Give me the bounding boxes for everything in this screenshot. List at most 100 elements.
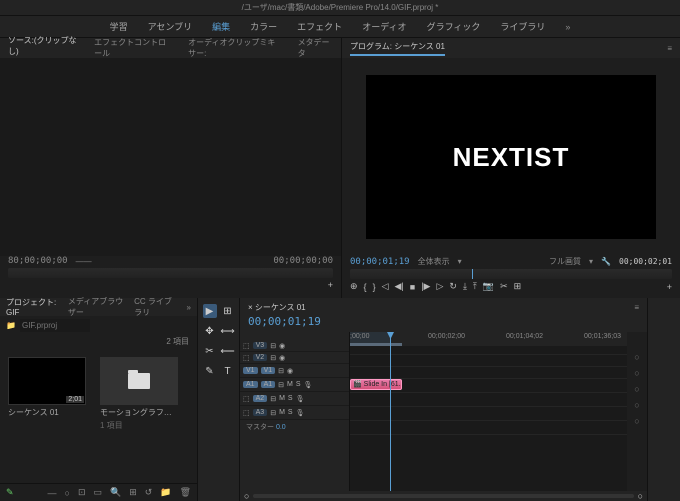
ws-learn[interactable]: 学習 [110,20,128,33]
ws-assembly[interactable]: アセンブリ [148,20,193,33]
src-patch[interactable]: ⬚ [243,395,250,403]
track-header-a2[interactable]: ⬚A2⊟MS🎙 [240,392,349,406]
mark-in-icon[interactable]: { [364,282,367,292]
lift-icon[interactable]: ⤓ [463,281,467,292]
source-tc-out: 00;00;00;00 [273,256,333,266]
ws-graphics[interactable]: グラフィック [427,20,481,33]
tl-opt-icon[interactable]: ○ [634,384,639,394]
item-sub-label: 1 項目 [100,420,178,431]
slip-tool-icon[interactable]: ⟵ [221,344,235,358]
pen-tool-icon[interactable]: ✎ [203,364,217,378]
loop-icon[interactable]: ↻ [449,281,457,292]
pen-icon[interactable]: ✎ [6,487,14,498]
source-add-button-icon[interactable]: + [328,280,333,290]
list-view-icon[interactable]: — [48,488,57,498]
src-patch[interactable]: ⬚ [243,342,250,350]
mark-out-icon[interactable]: } [373,282,376,292]
tl-opt-icon[interactable]: ○ [634,352,639,362]
play-icon[interactable]: ■ [410,282,415,292]
audio-meters[interactable] [648,298,680,501]
safe-margin-icon[interactable]: ⊞ [514,281,522,292]
proj-tabs-overflow-icon[interactable]: » [187,303,191,312]
source-fit[interactable]: —— [76,257,92,266]
ws-color[interactable]: カラー [250,20,277,33]
ws-editing[interactable]: 編集 [212,20,230,33]
program-quality[interactable]: フル画質 [549,256,581,267]
source-scrubber[interactable] [8,268,333,278]
ws-libraries[interactable]: ライブラリ [500,20,545,33]
step-fwd-icon[interactable]: |▶ [421,281,430,292]
master-track[interactable]: マスター 0.0 [240,420,349,434]
track-select-tool-icon[interactable]: ⊞ [221,304,235,318]
track-header-a3[interactable]: ⬚A3⊟MS🎙 [240,406,349,420]
timeline-tc[interactable]: 00;00;01;19 [248,315,639,328]
source-monitor[interactable] [0,58,341,256]
timeline-right-icons: ○ ○ ○ ○ ○ [627,332,647,491]
export-frame-icon[interactable]: 📷 [483,281,494,292]
timeline-panel: × シーケンス 01 ≡ 00;00;01;19 ⅊ ∩ ⚲ ● ◢ ᚆ ⬚V3… [240,298,648,501]
extract-icon[interactable]: ⤒ [473,281,477,292]
new-bin-icon[interactable]: 📁 [160,487,171,498]
selection-tool-icon[interactable]: ▶ [203,304,217,318]
track-header-v1[interactable]: V1V1⊟◉ [240,364,349,378]
timeline-zoom-scroll[interactable]: ○○ [240,491,647,501]
playhead[interactable] [390,332,391,491]
panel-menu-icon[interactable]: ≡ [667,44,672,53]
program-scrubber[interactable] [350,269,672,279]
trash-icon[interactable]: 🗑 [180,487,191,498]
tab-cc-libraries[interactable]: CC ライブラリ [134,296,176,318]
src-patch[interactable]: ⬚ [243,354,250,362]
viewer-text-overlay: NEXTIST [453,142,570,173]
automate-icon[interactable]: ↺ [145,487,153,498]
project-item-bin[interactable]: モーショングラフィック... 1 項目 [100,357,178,475]
ws-audio[interactable]: オーディオ [362,20,406,33]
bin-icon[interactable]: 📁 [6,321,16,330]
razor-tool-icon[interactable]: ✂ [203,344,217,358]
timeline-tracks[interactable]: ;00;00 00;00;02;00 00;01;04;02 00;01;36;… [350,332,627,491]
freeform-icon[interactable]: ○ [65,488,70,498]
track-header-v2[interactable]: ⬚V2⊟◉ [240,352,349,364]
src-patch[interactable]: V1 [243,367,258,374]
window-title: /ユーザ/mac/書類/Adobe/Premiere Pro/14.0/GIF.… [0,0,680,16]
program-tab[interactable]: プログラム: シーケンス 01 [350,41,445,56]
comparison-icon[interactable]: ✂ [500,281,508,292]
tl-opt-icon[interactable]: ○ [634,416,639,426]
folder-icon [128,373,150,389]
project-search-input[interactable] [20,319,90,332]
project-item-sequence[interactable]: 2;01 シーケンス 01 [8,357,86,475]
tab-metadata[interactable]: メタデータ [298,37,333,59]
goto-out-icon[interactable]: ▷ [436,281,443,292]
type-tool-icon[interactable]: T [221,364,235,378]
program-tc[interactable]: 00;00;01;19 [350,257,410,267]
step-back-icon[interactable]: ◀| [395,281,404,292]
track-header-a1[interactable]: A1A1⊟MS🎙 [240,378,349,392]
src-patch[interactable]: ⬚ [243,409,250,417]
goto-in-icon[interactable]: ◁ [382,281,389,292]
tl-opt-icon[interactable]: ○ [634,400,639,410]
sequence-tab[interactable]: × シーケンス 01 [248,302,306,313]
button-editor-icon[interactable]: + [667,282,672,292]
ws-effects[interactable]: エフェクト [297,20,342,33]
program-monitor[interactable]: NEXTIST [366,75,656,239]
tl-opt-icon[interactable]: ○ [634,368,639,378]
add-marker-icon[interactable]: ⊕ [350,281,358,292]
thumb-slider-icon[interactable]: ▭ [94,487,103,498]
wrench-icon[interactable]: 🔧 [601,257,611,266]
tab-media-browser[interactable]: メディアブラウザー [68,296,124,318]
source-tc-in[interactable]: 80;00;00;00 [8,256,68,266]
tab-audio-mixer[interactable]: オーディオクリップミキサー: [188,37,281,59]
icon-view-icon[interactable]: ⊡ [78,487,86,498]
program-duration: 00;00;02;01 [619,257,672,266]
ws-overflow-icon[interactable]: » [565,22,570,32]
track-header-v3[interactable]: ⬚V3⊟◉ [240,340,349,352]
tl-panel-menu-icon[interactable]: ≡ [634,303,639,312]
ripple-tool-icon[interactable]: ✥ [203,324,217,338]
src-patch[interactable]: A1 [243,381,258,388]
new-item-icon[interactable]: ⊞ [129,487,137,498]
tab-project[interactable]: プロジェクト: GIF [6,297,58,317]
rate-stretch-tool-icon[interactable]: ⟷ [221,324,235,338]
timeline-clip[interactable]: 🎬 Slide In [61.67%] [350,379,402,390]
program-zoom[interactable]: 全体表示 [418,256,450,267]
search-icon[interactable]: 🔍 [110,487,121,498]
tab-effect-controls[interactable]: エフェクトコントロール [94,37,172,59]
